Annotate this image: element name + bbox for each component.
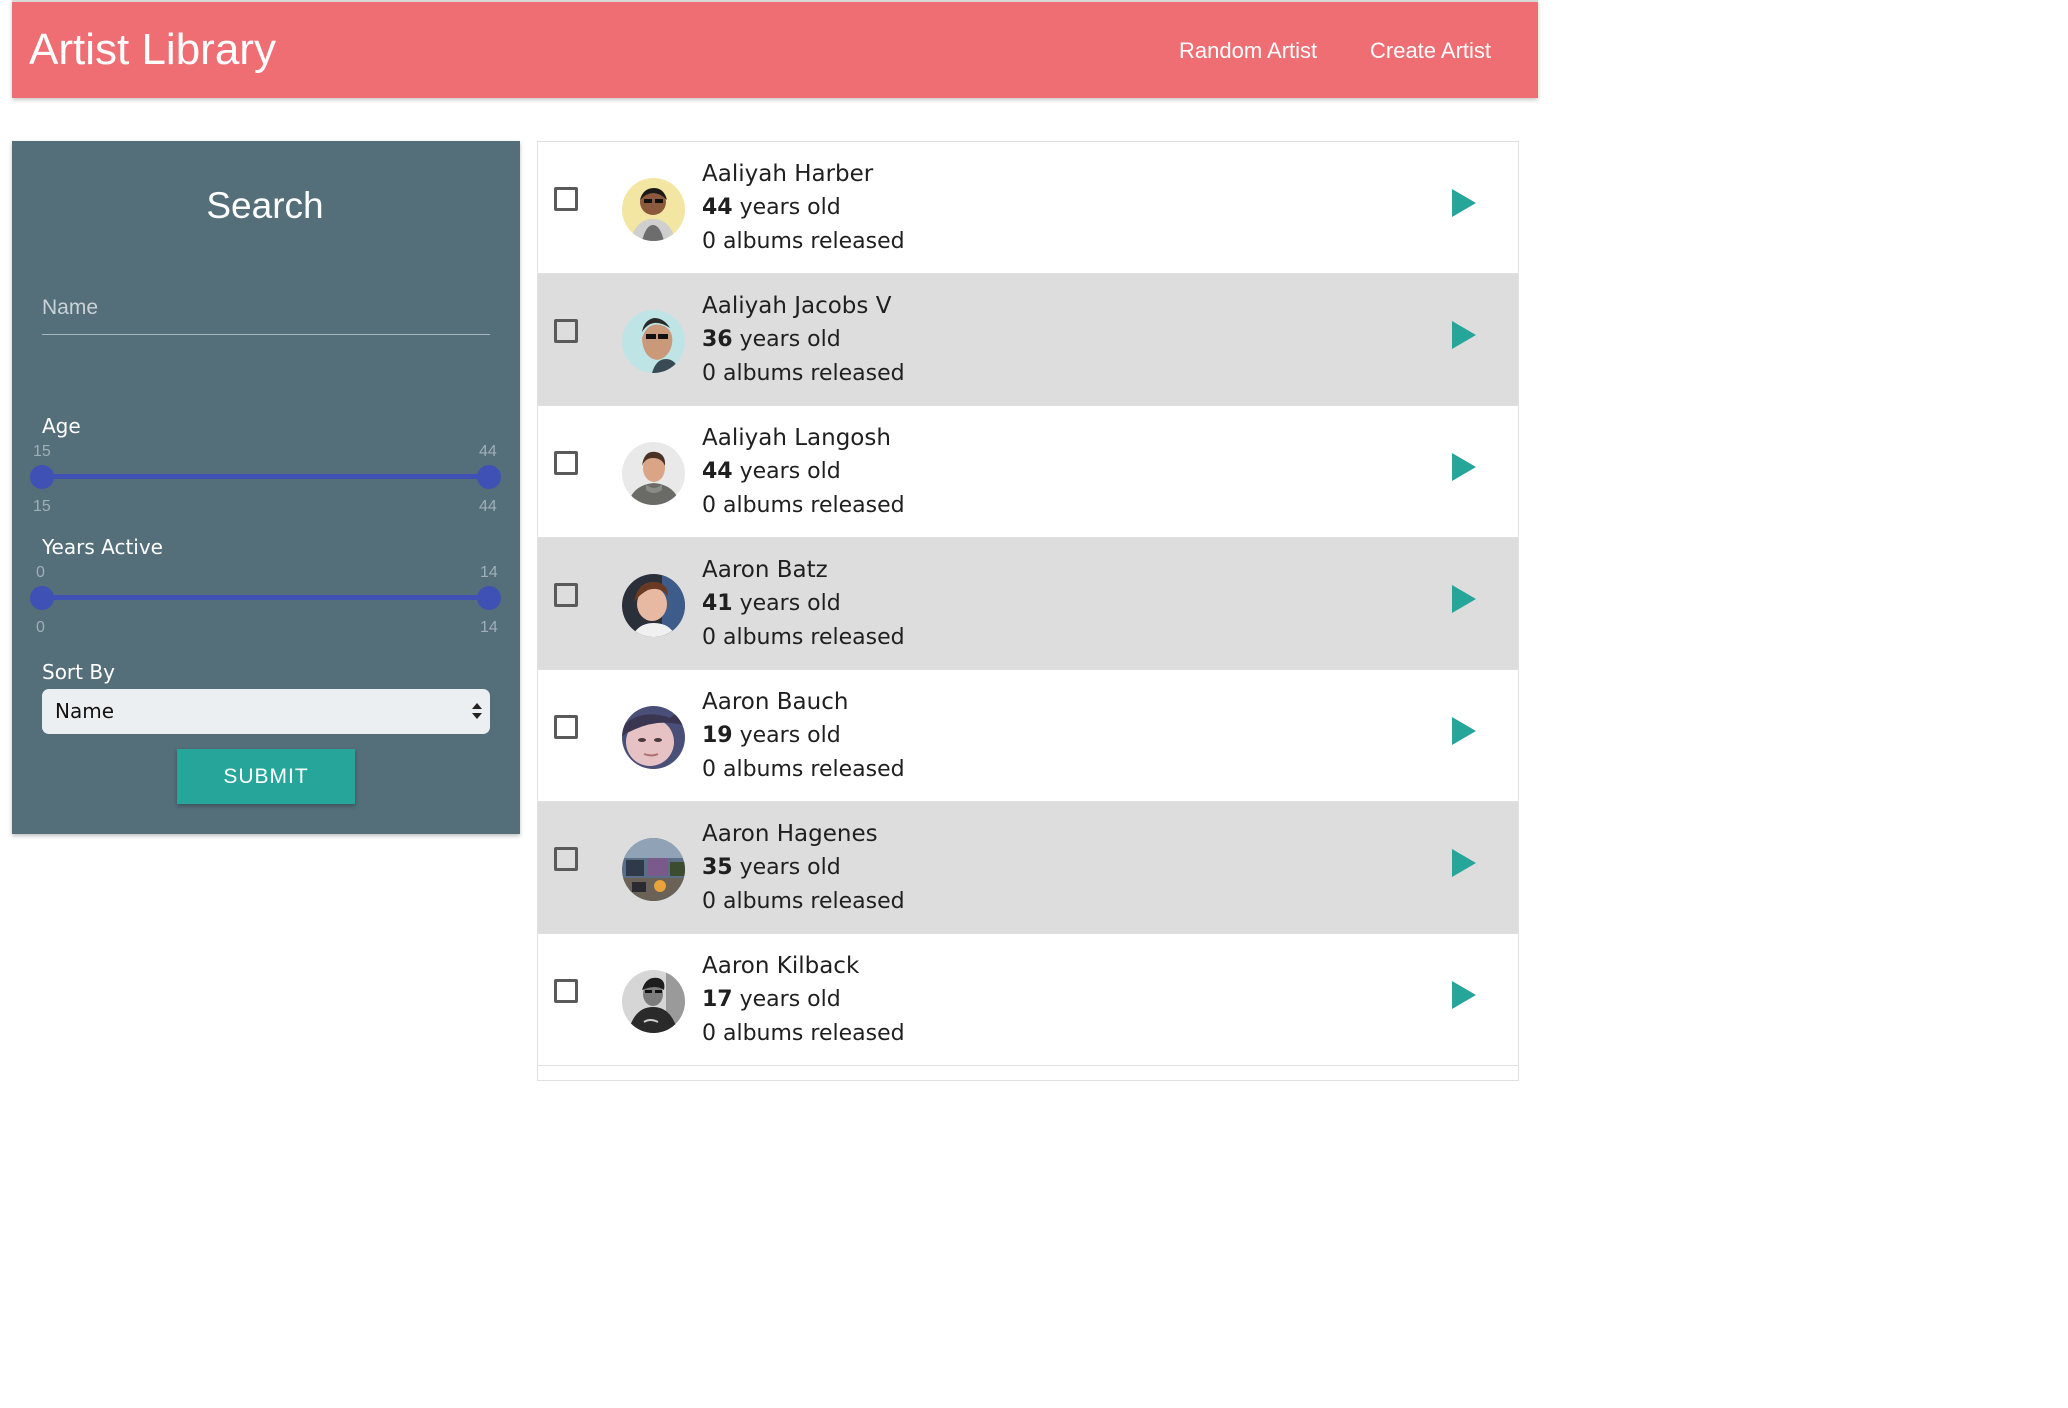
artist-row: Aaron Hagenes 35 years old 0 albums rele… — [538, 802, 1518, 934]
artist-name[interactable]: Aaron Bauch — [702, 688, 848, 716]
artist-age: 17 years old — [702, 986, 841, 1014]
years-active-min-label: 0 — [36, 564, 45, 581]
sort-by-select[interactable]: Name — [42, 689, 490, 734]
artist-select-checkbox[interactable] — [554, 187, 578, 211]
artist-albums: 0 albums released — [702, 361, 905, 386]
artist-select-checkbox[interactable] — [554, 319, 578, 343]
artist-age-suffix: years old — [732, 591, 841, 616]
submit-button[interactable]: SUBMIT — [177, 749, 355, 804]
artist-age-number: 41 — [702, 591, 733, 616]
search-title: Search — [206, 185, 324, 226]
artist-name[interactable]: Aaliyah Jacobs V — [702, 292, 891, 320]
artist-select-checkbox[interactable] — [554, 583, 578, 607]
artist-list: Aaliyah Harber 44 years old 0 albums rel… — [537, 141, 1519, 1081]
sort-by-selected-value: Name — [55, 699, 115, 723]
artist-age: 44 years old — [702, 458, 841, 486]
artist-avatar[interactable] — [622, 310, 685, 373]
artist-row: Aaliyah Jacobs V 36 years old 0 albums r… — [538, 274, 1518, 406]
artist-select-checkbox[interactable] — [554, 847, 578, 871]
artist-age-number: 44 — [702, 459, 733, 484]
artist-albums: 0 albums released — [702, 1021, 905, 1046]
play-icon[interactable] — [1450, 187, 1478, 219]
artist-age: 19 years old — [702, 722, 841, 750]
random-artist-link[interactable]: Random Artist — [1179, 38, 1317, 64]
artist-avatar[interactable] — [622, 706, 685, 769]
artist-age-suffix: years old — [732, 855, 841, 880]
artist-albums: 0 albums released — [702, 889, 905, 914]
artist-age-number: 17 — [702, 987, 733, 1012]
artist-avatar[interactable] — [622, 442, 685, 505]
select-arrows-icon — [472, 703, 482, 719]
artist-select-checkbox[interactable] — [554, 979, 578, 1003]
artist-select-checkbox[interactable] — [554, 451, 578, 475]
artist-avatar[interactable] — [622, 574, 685, 637]
artist-albums: 0 albums released — [702, 229, 905, 254]
play-icon[interactable] — [1450, 319, 1478, 351]
age-label: Age — [42, 414, 81, 438]
artist-age-number: 35 — [702, 855, 733, 880]
play-icon[interactable] — [1450, 847, 1478, 879]
age-max-handle[interactable] — [477, 465, 501, 489]
artist-name[interactable]: Aaron Hagenes — [702, 820, 878, 848]
artist-albums: 0 albums released — [702, 493, 905, 518]
create-artist-link[interactable]: Create Artist — [1370, 38, 1491, 64]
artist-age: 36 years old — [702, 326, 841, 354]
age-min-value: 15 — [33, 498, 51, 515]
artist-age-suffix: years old — [732, 195, 841, 220]
years-active-max-handle[interactable] — [477, 586, 501, 610]
artist-age-suffix: years old — [732, 459, 841, 484]
years-active-max-label: 14 — [480, 564, 498, 581]
name-search-input[interactable] — [42, 282, 490, 335]
artist-age-suffix: years old — [732, 723, 841, 748]
artist-row: Aaron Bauch 19 years old 0 albums releas… — [538, 670, 1518, 802]
artist-age-suffix: years old — [732, 987, 841, 1012]
artist-name[interactable]: Aaliyah Langosh — [702, 424, 891, 452]
years-active-range-slider[interactable] — [41, 595, 489, 600]
artist-row: Aaliyah Harber 44 years old 0 albums rel… — [538, 142, 1518, 274]
artist-age-suffix: years old — [732, 327, 841, 352]
artist-name[interactable]: Aaliyah Harber — [702, 160, 873, 188]
artist-avatar[interactable] — [622, 838, 685, 901]
play-icon[interactable] — [1450, 979, 1478, 1011]
years-active-min-value: 0 — [36, 619, 45, 636]
artist-row: Aaron Batz 41 years old 0 albums release… — [538, 538, 1518, 670]
age-range-slider[interactable] — [41, 474, 489, 479]
years-active-min-handle[interactable] — [30, 586, 54, 610]
artist-age: 41 years old — [702, 590, 841, 618]
artist-row: Aaliyah Langosh 44 years old 0 albums re… — [538, 406, 1518, 538]
years-active-max-value: 14 — [480, 619, 498, 636]
sort-by-label: Sort By — [42, 660, 115, 684]
artist-age: 35 years old — [702, 854, 841, 882]
artist-row: Aaron Kilback 17 years old 0 albums rele… — [538, 934, 1518, 1066]
play-icon[interactable] — [1450, 451, 1478, 483]
artist-albums: 0 albums released — [702, 757, 905, 782]
top-navbar: Artist Library Random Artist Create Arti… — [12, 0, 1538, 98]
artist-age-number: 36 — [702, 327, 733, 352]
age-max-label: 44 — [479, 443, 497, 460]
play-icon[interactable] — [1450, 583, 1478, 615]
artist-albums: 0 albums released — [702, 625, 905, 650]
brand-title[interactable]: Artist Library — [29, 24, 276, 76]
age-min-handle[interactable] — [30, 465, 54, 489]
age-min-label: 15 — [33, 443, 51, 460]
artist-age-number: 44 — [702, 195, 733, 220]
artist-avatar[interactable] — [622, 970, 685, 1033]
artist-age-number: 19 — [702, 723, 733, 748]
artist-name[interactable]: Aaron Batz — [702, 556, 828, 584]
age-max-value: 44 — [479, 498, 497, 515]
artist-name[interactable]: Aaron Kilback — [702, 952, 859, 980]
years-active-label: Years Active — [42, 535, 163, 559]
play-icon[interactable] — [1450, 715, 1478, 747]
artist-select-checkbox[interactable] — [554, 715, 578, 739]
artist-avatar[interactable] — [622, 178, 685, 241]
artist-age: 44 years old — [702, 194, 841, 222]
